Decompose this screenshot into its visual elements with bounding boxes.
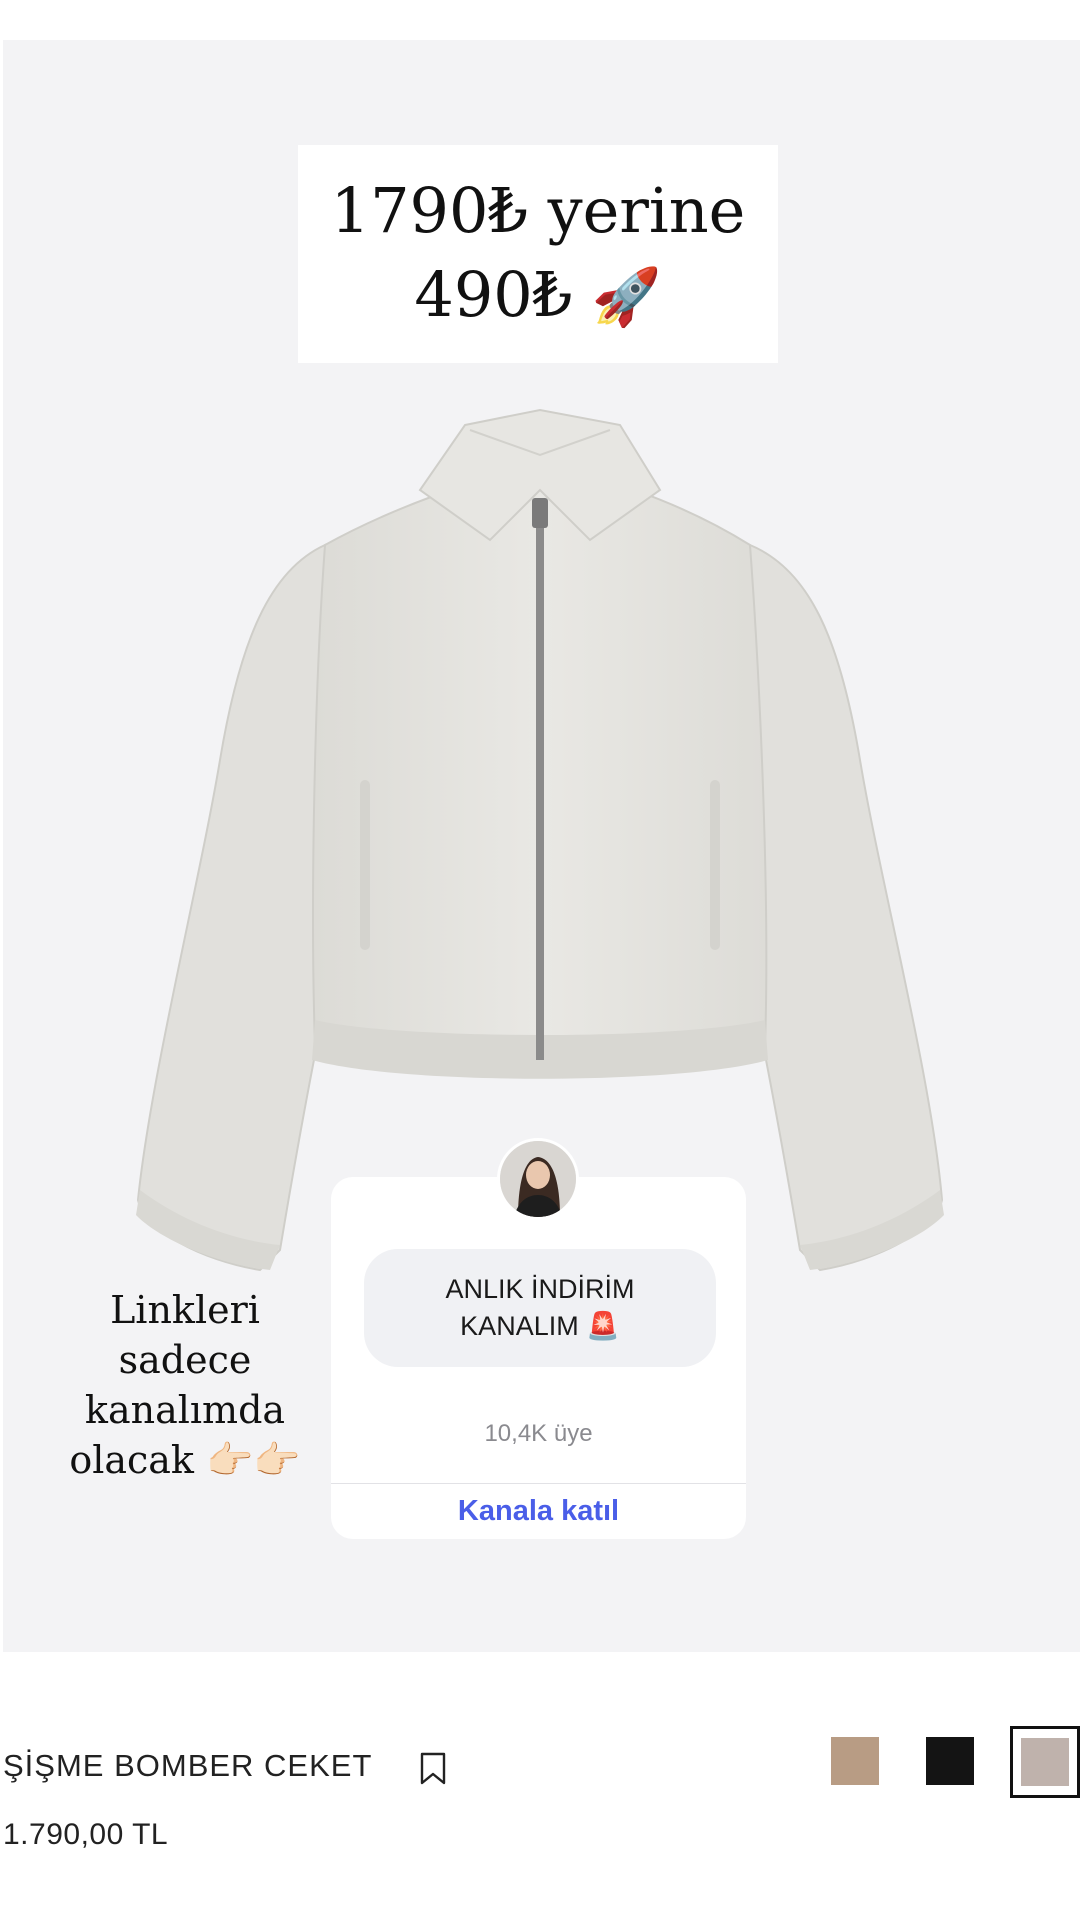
rocket-icon: 🚀 (591, 264, 662, 330)
new-price-row: 490₺ 🚀 (414, 253, 661, 340)
member-count: 10,4K üye (484, 1420, 593, 1447)
old-price-text: 1790₺ yerine (330, 173, 746, 247)
color-swatch-taupe[interactable] (1021, 1738, 1069, 1786)
bookmark-icon[interactable] (418, 1752, 448, 1786)
avatar (497, 1138, 579, 1220)
product-title: ŞİŞME BOMBER CEKET (3, 1748, 373, 1783)
links-note-text: Linkleri sadece kanalımda olacak 👉🏻👉🏻 (69, 1288, 301, 1482)
story-page: 1790₺ yerine 490₺ 🚀 Linkleri sadece kana… (0, 0, 1080, 1920)
channel-name-bubble: ANLIK İNDİRİM KANALIM 🚨 (364, 1249, 716, 1367)
avatar-photo-icon (500, 1141, 576, 1217)
color-swatch-black[interactable] (926, 1737, 974, 1785)
color-swatch-camel[interactable] (831, 1737, 879, 1785)
join-channel-button[interactable]: Kanala katıl (331, 1484, 746, 1539)
channel-name: ANLIK İNDİRİM KANALIM 🚨 (445, 1274, 635, 1341)
new-price-text: 490₺ (414, 257, 573, 331)
promo-price-card: 1790₺ yerine 490₺ 🚀 (298, 145, 778, 363)
product-price: 1.790,00 TL (3, 1818, 169, 1851)
